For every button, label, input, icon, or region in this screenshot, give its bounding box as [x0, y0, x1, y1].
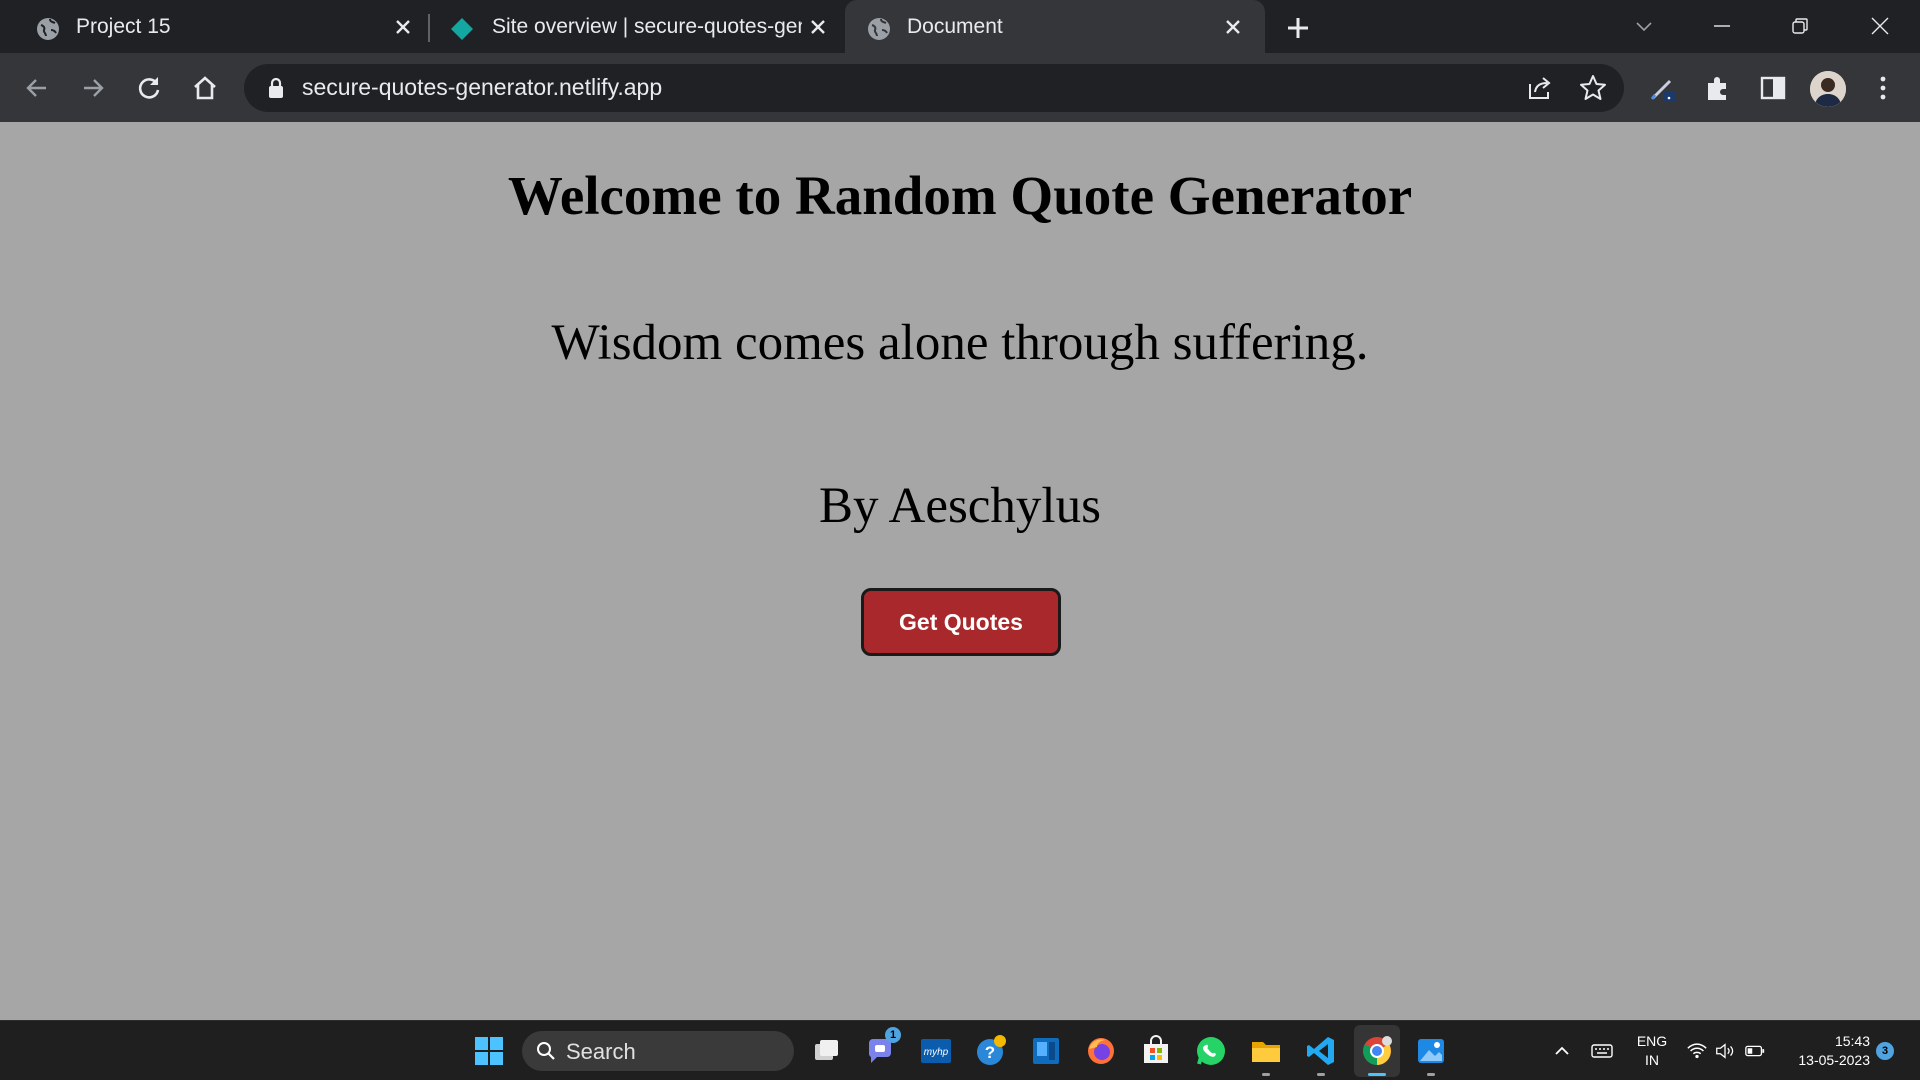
blue-app-icon[interactable] [1030, 1035, 1062, 1067]
share-icon[interactable] [1526, 74, 1554, 102]
close-tab-icon[interactable] [393, 17, 413, 37]
windows-start-icon[interactable] [473, 1035, 505, 1067]
search-label: Search [566, 1039, 636, 1064]
home-icon[interactable] [190, 73, 220, 103]
teams-notification-badge: 1 [885, 1027, 901, 1043]
extensions-puzzle-icon[interactable] [1703, 73, 1733, 103]
get-quotes-button[interactable]: Get Quotes [861, 588, 1061, 656]
close-tab-icon[interactable] [1223, 17, 1243, 37]
running-indicator [1317, 1073, 1325, 1076]
tab-site-overview[interactable]: Site overview | secure-quotes-generator [430, 0, 844, 53]
forward-icon[interactable] [78, 73, 108, 103]
profile-avatar[interactable] [1810, 71, 1846, 107]
reload-icon[interactable] [134, 73, 164, 103]
wifi-icon[interactable] [1686, 1041, 1708, 1061]
vscode-icon[interactable] [1305, 1035, 1337, 1067]
tab-project-15[interactable]: Project 15 [0, 0, 428, 53]
bookmark-star-icon[interactable] [1578, 73, 1608, 103]
language-code: ENG [1636, 1033, 1668, 1049]
clock-time: 15:43 [1834, 1033, 1870, 1049]
tab-strip: Project 15 Site overview | secure-quotes… [0, 0, 1920, 53]
back-icon[interactable] [22, 73, 52, 103]
notification-count-badge[interactable]: 3 [1876, 1042, 1894, 1060]
svg-text:myhp: myhp [924, 1047, 949, 1058]
quote-author: By Aeschylus [819, 478, 1101, 534]
close-window-icon[interactable] [1868, 14, 1892, 38]
clock-date: 13-05-2023 [1798, 1052, 1870, 1068]
firefox-icon[interactable] [1085, 1035, 1117, 1067]
get-help-icon[interactable]: ? [975, 1035, 1007, 1067]
pen-extension-icon[interactable] [1648, 73, 1678, 103]
avatar-photo [1810, 71, 1846, 107]
region-code: IN [1645, 1052, 1659, 1068]
globe-icon [37, 18, 59, 40]
url-text[interactable]: secure-quotes-generator.netlify.app [302, 74, 662, 101]
myhp-icon[interactable]: myhp [920, 1035, 952, 1067]
running-indicator [1262, 1073, 1270, 1076]
running-indicator [1427, 1073, 1435, 1076]
page-title: Welcome to Random Quote Generator [507, 165, 1413, 226]
clock[interactable]: 15:43 13-05-2023 [1780, 1032, 1870, 1070]
tab-document[interactable]: Document [845, 0, 1265, 53]
task-view-icon[interactable] [811, 1035, 843, 1067]
search-icon [537, 1042, 555, 1060]
chrome-icon[interactable] [1361, 1035, 1393, 1067]
browser-toolbar: secure-quotes-generator.netlify.app [0, 53, 1920, 122]
svg-text:?: ? [985, 1043, 995, 1062]
tab-title: Site overview | secure-quotes-generator [492, 15, 802, 38]
tab-search-chevron-icon[interactable] [1632, 14, 1656, 38]
address-bar[interactable]: secure-quotes-generator.netlify.app [244, 64, 1624, 112]
page-content: Welcome to Random Quote Generator Wisdom… [0, 122, 1920, 1020]
windows-taskbar: Search 1 myhp ? ENG IN 15:43 13-05-2023 … [0, 1020, 1920, 1080]
battery-icon[interactable] [1744, 1041, 1766, 1061]
whatsapp-icon[interactable] [1195, 1035, 1227, 1067]
running-indicator-active [1368, 1073, 1386, 1076]
netlify-icon [451, 18, 473, 40]
browser-menu-icon[interactable] [1868, 73, 1898, 103]
taskbar-search[interactable]: Search [522, 1031, 794, 1071]
touch-keyboard-icon[interactable] [1590, 1041, 1614, 1061]
file-explorer-icon[interactable] [1250, 1035, 1282, 1067]
show-hidden-icons-chevron-icon[interactable] [1552, 1041, 1572, 1061]
restore-icon[interactable] [1788, 14, 1812, 38]
new-tab-icon[interactable] [1286, 16, 1310, 40]
volume-icon[interactable] [1714, 1041, 1736, 1061]
input-language[interactable]: ENG IN [1632, 1032, 1672, 1070]
globe-icon [868, 18, 890, 40]
tab-title: Project 15 [76, 15, 171, 38]
lock-icon[interactable] [266, 77, 286, 99]
tab-title: Document [907, 15, 1003, 38]
side-panel-icon[interactable] [1758, 73, 1788, 103]
quote-text: Wisdom comes alone through suffering. [551, 315, 1369, 371]
close-tab-icon[interactable] [808, 17, 828, 37]
minimize-icon[interactable] [1710, 14, 1734, 38]
microsoft-store-icon[interactable] [1140, 1035, 1172, 1067]
photos-icon[interactable] [1415, 1035, 1447, 1067]
